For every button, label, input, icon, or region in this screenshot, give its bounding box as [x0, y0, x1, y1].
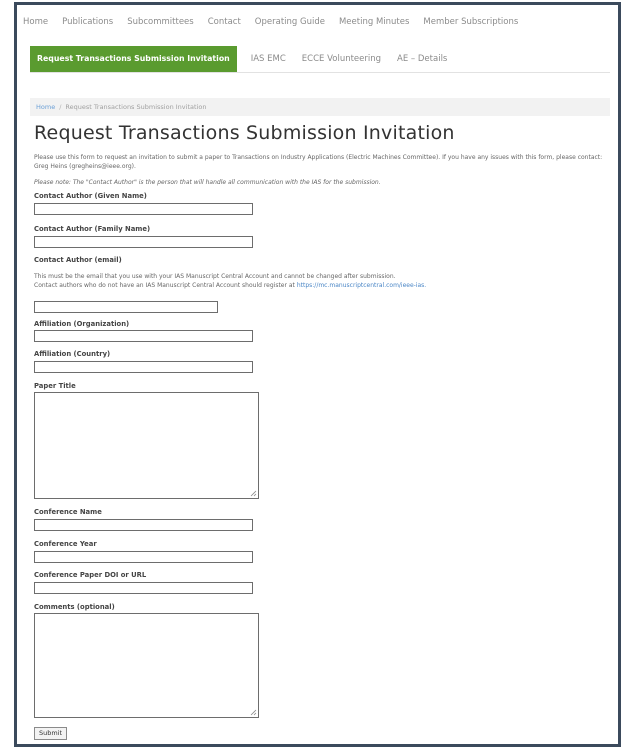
affiliation-country-input[interactable]	[34, 361, 253, 373]
nav-member-subscriptions[interactable]: Member Subscriptions	[423, 17, 518, 33]
subnav-active-request-invitation[interactable]: Request Transactions Submission Invitati…	[30, 46, 237, 72]
nav-operating-guide[interactable]: Operating Guide	[255, 17, 325, 33]
affiliation-org-label: Affiliation (Organization)	[34, 320, 130, 328]
conference-name-label: Conference Name	[34, 508, 102, 516]
breadcrumb-current: Request Transactions Submission Invitati…	[65, 103, 207, 111]
breadcrumb-separator: /	[59, 103, 62, 111]
subnav-divider	[30, 72, 610, 73]
sub-navigation: Request Transactions Submission Invitati…	[30, 46, 453, 72]
nav-home[interactable]: Home	[23, 17, 48, 33]
resize-grip-icon[interactable]	[249, 489, 257, 497]
email-help-line-2: Contact authors who do not have an IAS M…	[34, 281, 608, 290]
page-frame: Home Publications Subcommittees Contact …	[14, 2, 621, 747]
breadcrumb-home-link[interactable]: Home	[36, 103, 55, 111]
family-name-label: Contact Author (Family Name)	[34, 225, 151, 233]
given-name-label: Contact Author (Given Name)	[34, 192, 147, 200]
nav-subcommittees[interactable]: Subcommittees	[127, 17, 194, 33]
intro-text: Please use this form to request an invit…	[34, 154, 603, 170]
family-name-input[interactable]	[34, 236, 253, 248]
top-navigation: Home Publications Subcommittees Contact …	[23, 17, 532, 33]
paper-title-label: Paper Title	[34, 382, 76, 390]
conference-year-input[interactable]	[34, 551, 253, 563]
manuscript-central-link[interactable]: https://mc.manuscriptcentral.com/ieee-ia…	[297, 282, 426, 289]
conference-doi-input[interactable]	[34, 582, 253, 594]
nav-publications[interactable]: Publications	[62, 17, 113, 33]
submit-button[interactable]: Submit	[34, 727, 67, 740]
subnav-ecce-volunteering[interactable]: ECCE Volunteering	[302, 54, 381, 64]
email-label: Contact Author (email)	[34, 256, 122, 264]
contact-author-note: Please note: The "Contact Author" is the…	[34, 179, 381, 186]
given-name-input[interactable]	[34, 203, 253, 215]
email-help-text: This must be the email that you use with…	[34, 272, 608, 290]
affiliation-org-input[interactable]	[34, 330, 253, 342]
nav-meeting-minutes[interactable]: Meeting Minutes	[339, 17, 409, 33]
subnav-ae-details[interactable]: AE – Details	[397, 54, 447, 64]
resize-grip-icon[interactable]	[249, 708, 257, 716]
email-help-line-1: This must be the email that you use with…	[34, 273, 396, 280]
page-title: Request Transactions Submission Invitati…	[34, 122, 455, 144]
affiliation-country-label: Affiliation (Country)	[34, 350, 111, 358]
email-input[interactable]	[34, 301, 218, 313]
conference-doi-label: Conference Paper DOI or URL	[34, 571, 147, 579]
comments-textarea[interactable]	[34, 613, 259, 718]
paper-title-textarea[interactable]	[34, 392, 259, 499]
conference-name-input[interactable]	[34, 519, 253, 531]
comments-label: Comments (optional)	[34, 603, 115, 611]
nav-contact[interactable]: Contact	[208, 17, 241, 33]
email-help-register-text: Contact authors who do not have an IAS M…	[34, 282, 295, 289]
conference-year-label: Conference Year	[34, 540, 97, 548]
breadcrumb: Home / Request Transactions Submission Inv…	[30, 98, 610, 116]
subnav-ias-emc[interactable]: IAS EMC	[251, 54, 286, 64]
